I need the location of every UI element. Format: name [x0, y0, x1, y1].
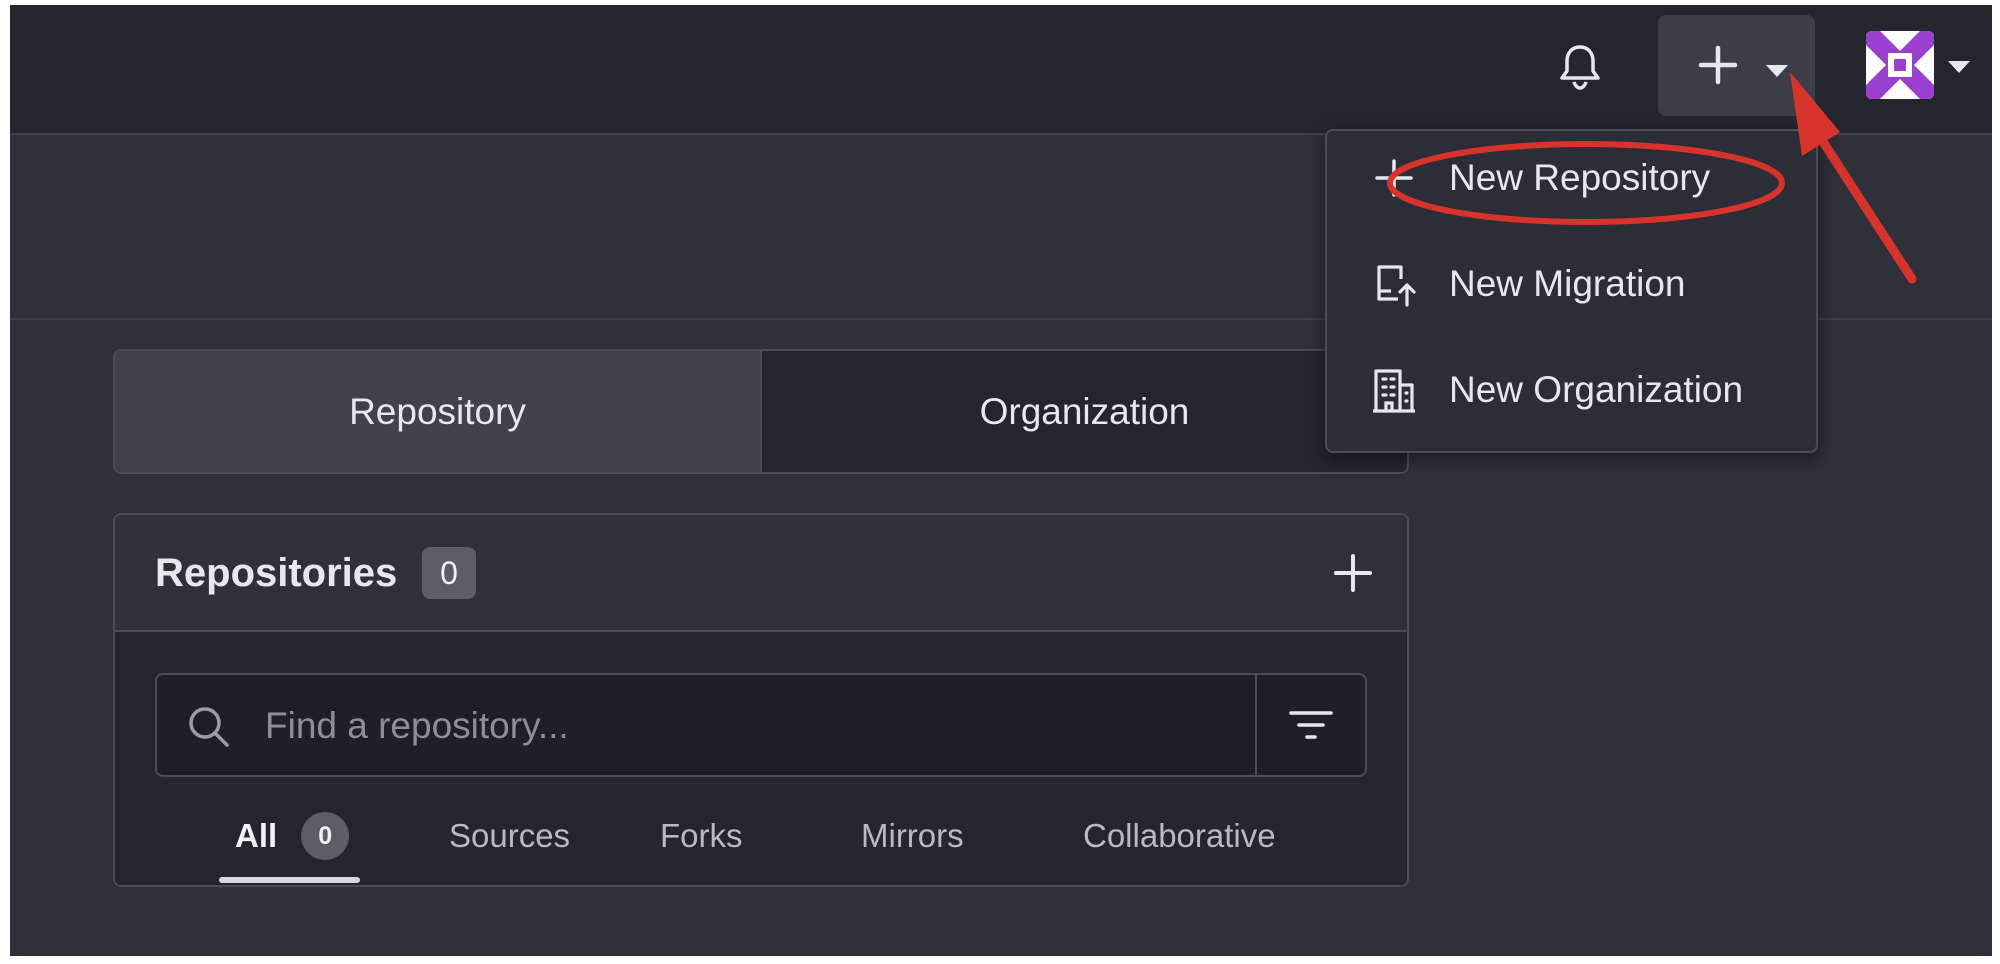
- menu-item-new-migration-label: New Migration: [1449, 263, 1686, 304]
- active-tab-indicator: [219, 877, 360, 883]
- filter-tab-all-count: 0: [301, 812, 350, 860]
- filter-tab-all[interactable]: All 0: [235, 795, 350, 877]
- bell-icon: [1560, 45, 1600, 90]
- filter-tab-collaborative-label: Collaborative: [1083, 817, 1276, 854]
- app-window: Repository Organization Repositories 0 F…: [10, 5, 1992, 956]
- repository-search: [155, 673, 1367, 777]
- search-icon: [189, 707, 229, 747]
- migration-icon: [1377, 265, 1416, 307]
- create-dropdown-menu: New Repository New Migration New Organiz…: [1325, 129, 1818, 453]
- dashboard-switcher: Repository Organization: [113, 349, 1409, 474]
- filter-tab-forks[interactable]: Forks: [660, 795, 743, 877]
- repositories-count-badge: 0: [422, 547, 476, 599]
- tab-repository[interactable]: Repository: [115, 351, 762, 472]
- notifications-button[interactable]: [1556, 41, 1604, 93]
- panel-title: Repositories: [155, 551, 398, 595]
- menu-item-new-organization-label: New Organization: [1449, 369, 1744, 410]
- avatar-identicon-icon: [1866, 31, 1934, 99]
- caret-down-icon: [1766, 65, 1788, 77]
- filter-tab-mirrors-label: Mirrors: [861, 817, 964, 854]
- tab-organization-label: Organization: [979, 390, 1190, 432]
- search-field-wrapper: [157, 675, 1255, 777]
- tab-organization[interactable]: Organization: [762, 351, 1407, 472]
- filter-tab-forks-label: Forks: [660, 817, 743, 854]
- repositories-panel: Repositories 0 Find a repository... All …: [113, 513, 1409, 887]
- repository-filter-tabs: All 0 Sources Forks Mirrors Collaborativ…: [115, 795, 1407, 885]
- add-repository-plus-icon[interactable]: [1333, 553, 1373, 593]
- menu-item-new-repository-label: New Repository: [1449, 157, 1711, 198]
- menu-item-new-organization[interactable]: New Organization: [1327, 345, 1816, 435]
- plus-icon: [1375, 159, 1413, 197]
- tab-repository-label: Repository: [349, 390, 526, 432]
- caret-down-icon[interactable]: [1948, 61, 1970, 73]
- repositories-panel-body: All 0 Sources Forks Mirrors Collaborativ…: [115, 632, 1407, 885]
- filter-button[interactable]: [1255, 675, 1365, 775]
- filter-tab-mirrors[interactable]: Mirrors: [861, 795, 964, 877]
- user-avatar[interactable]: [1866, 31, 1934, 99]
- filter-tab-sources-label: Sources: [449, 817, 571, 854]
- top-navbar: [10, 5, 1992, 135]
- search-input[interactable]: [263, 675, 1245, 777]
- organization-icon: [1373, 369, 1415, 413]
- create-new-button[interactable]: [1658, 15, 1815, 116]
- menu-item-new-repository[interactable]: New Repository: [1327, 133, 1816, 223]
- filter-icon: [1289, 711, 1333, 739]
- menu-item-new-migration[interactable]: New Migration: [1327, 239, 1816, 329]
- filter-tab-sources[interactable]: Sources: [449, 795, 570, 877]
- repositories-panel-header: Repositories 0: [115, 515, 1407, 632]
- filter-tab-all-label: All: [235, 817, 278, 854]
- filter-tab-collaborative[interactable]: Collaborative: [1083, 795, 1276, 877]
- plus-icon: [1698, 45, 1738, 85]
